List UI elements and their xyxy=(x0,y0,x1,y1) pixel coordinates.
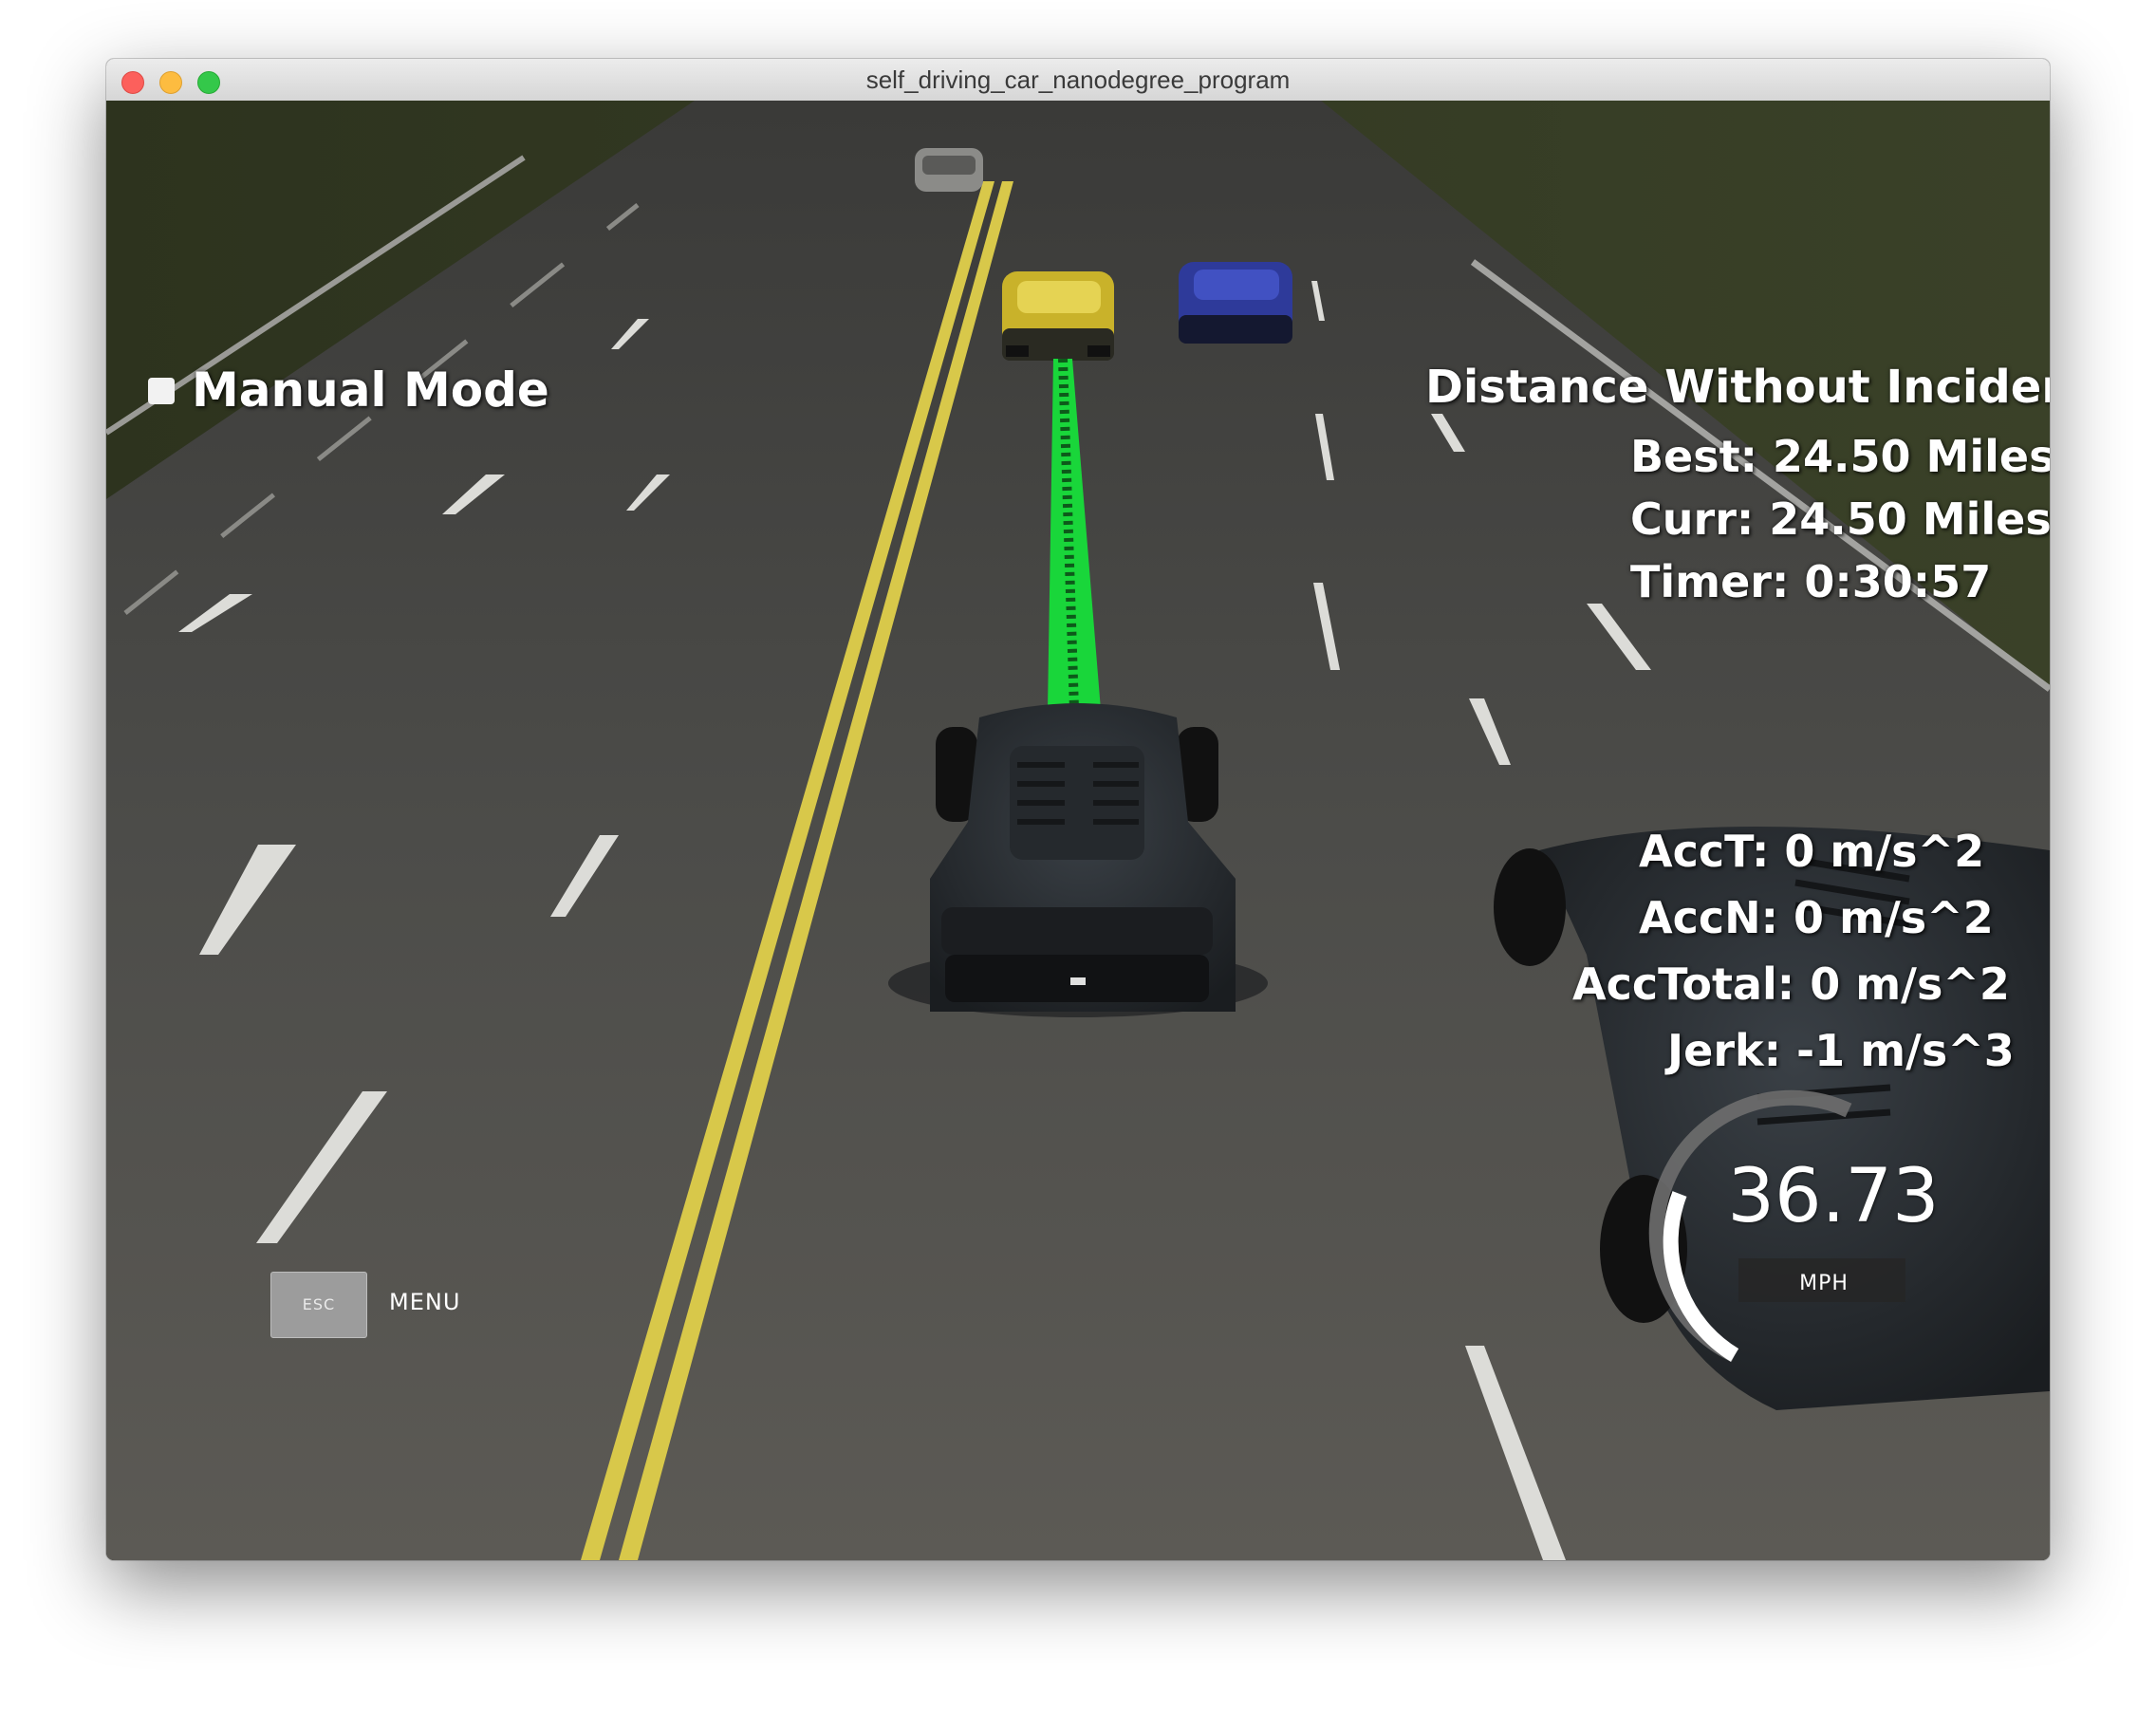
simulator-window: self_driving_car_nanodegree_program Manu… xyxy=(106,59,2050,1560)
distant-car-gray xyxy=(915,148,983,192)
best-distance: Best: 24.50 Miles xyxy=(1630,431,2050,482)
menu-label[interactable]: MENU xyxy=(389,1289,460,1315)
speed-unit: MPH xyxy=(1799,1272,1849,1295)
acc-total-readout: AccTotal: 0 m/s^2 xyxy=(1572,958,2010,1010)
acc-n-readout: AccN: 0 m/s^2 xyxy=(1639,892,1994,943)
acc-t-readout: AccT: 0 m/s^2 xyxy=(1639,826,1985,877)
esc-key-button[interactable]: ESC xyxy=(270,1272,367,1338)
timer: Timer: 0:30:57 xyxy=(1630,556,1992,607)
mode-indicator-icon[interactable] xyxy=(148,378,175,404)
mode-label: Manual Mode xyxy=(192,363,549,418)
jerk-readout: Jerk: -1 m/s^3 xyxy=(1667,1025,2015,1076)
title-bar: self_driving_car_nanodegree_program xyxy=(106,59,2050,102)
distance-title: Distance Without Incident xyxy=(1425,361,2050,414)
window-title: self_driving_car_nanodegree_program xyxy=(865,65,1291,94)
speed-value: 36.73 xyxy=(1727,1154,1940,1239)
car-blue xyxy=(1179,262,1292,344)
current-distance: Curr: 24.50 Miles xyxy=(1630,493,2050,545)
simulator-scene: Manual Mode Distance Without Incident Be… xyxy=(106,101,2050,1560)
car-yellow xyxy=(1002,271,1114,361)
ego-car xyxy=(888,703,1268,1017)
